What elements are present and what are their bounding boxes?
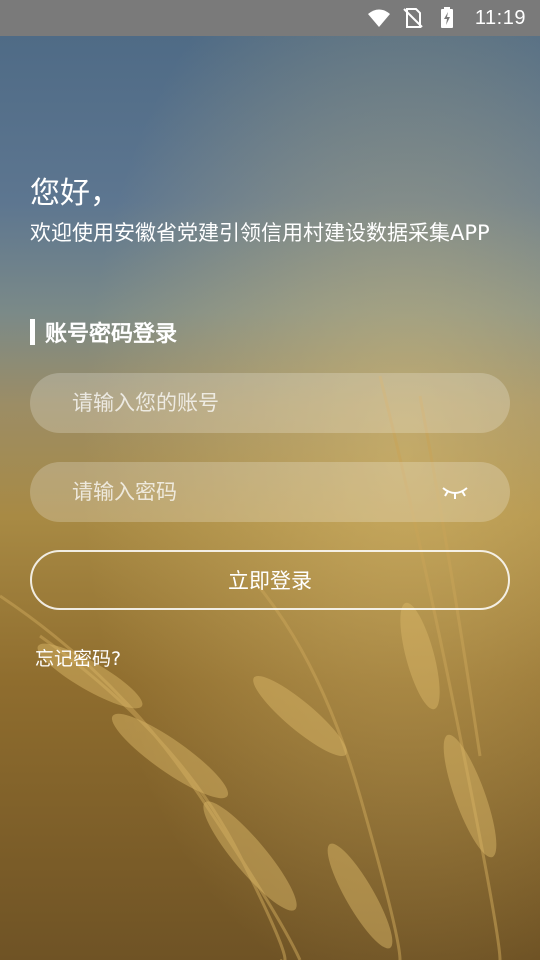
battery-charging-icon [440,7,453,28]
title-accent-bar [30,319,35,345]
greeting-text: 您好， [30,176,120,211]
section-title-label: 账号密码登录 [45,322,178,347]
password-field[interactable] [30,462,510,522]
no-sim-icon [403,8,423,28]
login-section-title: 账号密码登录 [30,316,177,348]
wifi-icon [367,9,390,27]
forgot-password-link[interactable]: 忘记密码? [35,644,121,671]
account-input[interactable] [70,390,470,416]
account-field[interactable] [30,373,510,433]
status-bar: 11:19 [0,0,540,36]
welcome-text: 欢迎使用安徽省党建引领信用村建设数据采集APP [30,221,490,245]
password-input[interactable] [70,479,440,505]
status-time: 11:19 [474,6,526,29]
login-button[interactable]: 立即登录 [30,550,510,610]
eye-closed-icon[interactable] [440,482,470,502]
